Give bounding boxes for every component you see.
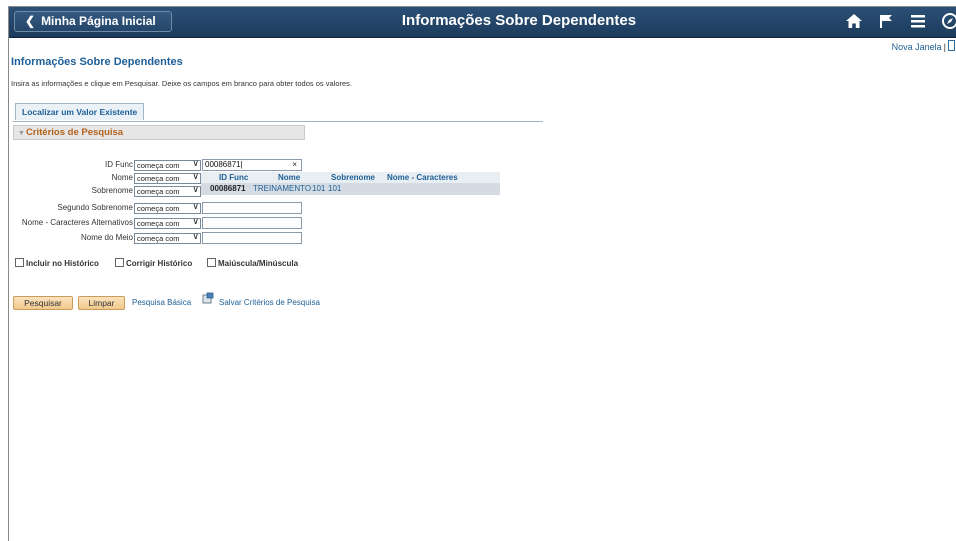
chevron-down-icon: ∨: [192, 231, 199, 241]
dropdown-col-nome: Nome: [278, 173, 301, 182]
operator-select-sobrenome[interactable]: começa com ∨: [134, 184, 201, 197]
tab-bar: Localizar um Valor Existente: [13, 103, 543, 122]
id-func-value: 00086871: [205, 160, 241, 169]
autocomplete-dropdown: ID Func Nome Sobrenome Nome - Caracteres…: [201, 172, 500, 200]
compass-icon[interactable]: [941, 12, 956, 30]
chevron-down-icon: ∨: [192, 184, 199, 194]
chevron-left-icon: ❮: [25, 14, 36, 28]
field-label-nome-do-meio: Nome do Meio: [80, 233, 133, 242]
checkbox-label: Corrigir Histórico: [126, 259, 193, 268]
clear-icon[interactable]: ×: [292, 160, 297, 170]
checkbox-label: Incluir no Histórico: [26, 259, 99, 268]
result-id: 00086871: [210, 184, 246, 193]
checkbox-case-sensitive[interactable]: Maiúscula/Minúscula: [207, 258, 298, 268]
operator-select-id-func[interactable]: começa com ∨: [134, 158, 201, 171]
chevron-down-icon: ∨: [192, 216, 199, 226]
collapse-triangle-icon: ▼: [18, 130, 25, 137]
dropdown-col-id-func: ID Func: [219, 173, 249, 182]
chevron-down-icon: ∨: [192, 158, 199, 168]
chevron-down-icon: ∨: [192, 171, 199, 181]
operator-select-nome-alt[interactable]: começa com ∨: [134, 216, 201, 229]
banner-title: Informações Sobre Dependentes: [401, 12, 637, 29]
flag-icon[interactable]: [877, 12, 895, 30]
text-cursor: |: [240, 160, 243, 169]
dropdown-col-sobrenome: Sobrenome: [331, 173, 376, 182]
segundo-sobrenome-input[interactable]: [202, 202, 302, 214]
menu-icon[interactable]: [909, 12, 927, 30]
dropdown-header: ID Func Nome Sobrenome Nome - Caracteres…: [201, 172, 500, 191]
operator-value: começa com: [137, 234, 180, 243]
app-frame: ❮ Minha Página Inicial Informações Sobre …: [8, 6, 956, 541]
operator-select-nome-do-meio[interactable]: começa com ∨: [134, 231, 201, 244]
nome-alt-input[interactable]: [202, 217, 302, 229]
operator-value: começa com: [137, 161, 180, 170]
result-sobrenome: 101: [312, 184, 326, 193]
save-search-icon[interactable]: [202, 292, 214, 304]
operator-value: começa com: [137, 204, 180, 213]
home-icon[interactable]: [845, 12, 863, 30]
search-button[interactable]: Pesquisar: [13, 296, 73, 310]
window-icon[interactable]: [948, 40, 955, 51]
field-label-segundo-sobrenome: Segundo Sobrenome: [57, 203, 133, 212]
checkbox-box[interactable]: [207, 258, 216, 267]
operator-value: começa com: [137, 219, 180, 228]
search-criteria-header[interactable]: ▼Critérios de Pesquisa: [13, 125, 305, 140]
clear-button[interactable]: Limpar: [78, 296, 125, 310]
checkbox-label: Maiúscula/Minúscula: [218, 259, 299, 268]
result-nome: TREINAMENTO: [253, 184, 312, 193]
page-title: Informações Sobre Dependentes: [11, 56, 183, 68]
separator: |: [943, 42, 946, 52]
basic-search-link[interactable]: Pesquisa Básica: [132, 298, 191, 307]
save-search-criteria-link[interactable]: Salvar Critérios de Pesquisa: [219, 298, 320, 307]
field-label-id-func: ID Func: [104, 160, 133, 169]
nome-do-meio-input[interactable]: [202, 232, 302, 244]
checkbox-correct-history[interactable]: Corrigir Histórico: [115, 258, 192, 268]
field-label-nome: Nome: [111, 173, 133, 182]
home-page-button[interactable]: ❮ Minha Página Inicial: [14, 11, 172, 32]
field-label-nome-alt: Nome - Caracteres Alternativos: [21, 218, 133, 227]
dropdown-result-row[interactable]: 00086871 TREINAMENTO 101 101: [201, 183, 500, 195]
field-label-sobrenome: Sobrenome: [91, 186, 133, 195]
checkbox-box[interactable]: [115, 258, 124, 267]
operator-value: começa com: [137, 187, 180, 196]
operator-select-segundo-sobrenome[interactable]: começa com ∨: [134, 201, 201, 214]
checkbox-box[interactable]: [15, 258, 24, 267]
home-page-label: Minha Página Inicial: [41, 14, 156, 28]
new-window-link[interactable]: Nova Janela: [892, 42, 942, 52]
instructions-text: Insira as informações e clique em Pesqui…: [11, 79, 353, 88]
search-criteria-title: Critérios de Pesquisa: [25, 127, 124, 138]
operator-value: começa com: [137, 174, 180, 183]
chevron-down-icon: ∨: [192, 201, 199, 211]
tab-find-existing-value[interactable]: Localizar um Valor Existente: [15, 103, 145, 120]
new-window-area: Nova Janela |: [892, 40, 955, 52]
id-func-input[interactable]: 00086871| ×: [202, 159, 302, 171]
top-banner: ❮ Minha Página Inicial Informações Sobre …: [9, 7, 956, 38]
result-alt: 101: [328, 184, 342, 193]
operator-select-nome[interactable]: começa com ∨: [134, 171, 201, 184]
checkbox-include-history[interactable]: Incluir no Histórico: [15, 258, 99, 268]
